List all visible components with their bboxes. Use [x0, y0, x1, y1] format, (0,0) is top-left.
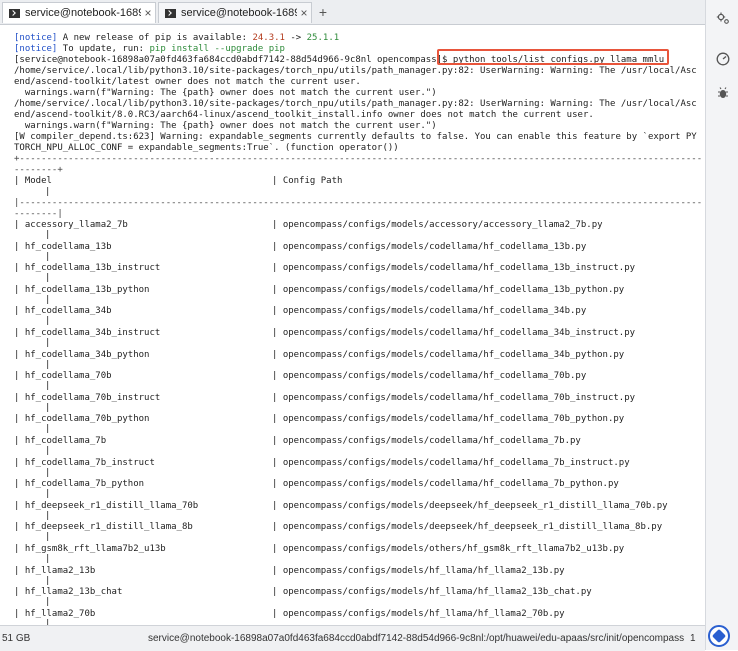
tab-terminal-1[interactable]: service@notebook-16898a ×: [2, 2, 156, 23]
table-row-path: | opencompass/configs/models/codellama/h…: [272, 414, 625, 424]
table-row-path: | opencompass/configs/models/codellama/h…: [272, 285, 625, 295]
notice-text: A new release of pip is available:: [57, 33, 253, 43]
row-wrap: |: [45, 381, 51, 391]
assistant-button[interactable]: [708, 625, 730, 647]
row-wrap: |: [45, 187, 51, 197]
table-row-path: | opencompass/configs/models/codellama/h…: [272, 371, 587, 381]
row-wrap: |: [45, 468, 51, 478]
command-highlight-box: [437, 49, 669, 65]
row-wrap: |: [45, 597, 51, 607]
memory-usage: 51 GB: [2, 633, 31, 644]
close-icon[interactable]: ×: [297, 6, 311, 20]
pip-command: pip install --upgrade pip: [149, 44, 285, 54]
row-wrap: |: [45, 338, 51, 348]
table-rule: +---------------------------------------…: [14, 154, 703, 164]
terminal-count: 1: [690, 633, 696, 644]
warning-line: end/ascend-toolkit/8.0.RC3/aarch64-linux…: [14, 110, 594, 120]
shell-prompt: [service@notebook-16898a07a0fd463fa684cc…: [14, 55, 453, 65]
table-row-path: | opencompass/configs/models/codellama/h…: [272, 306, 587, 316]
notice-text: To update, run:: [57, 44, 150, 54]
table-row-path: | opencompass/configs/models/deepseek/hf…: [272, 501, 668, 511]
pip-notice-line: [notice] A new release of pip is availab…: [14, 33, 704, 44]
tab-label: service@notebook-16898a: [25, 7, 141, 19]
table-rule-wrap: --------+: [14, 165, 63, 175]
new-tab-button[interactable]: +: [314, 3, 332, 21]
row-wrap: |: [45, 273, 51, 283]
warning-line: end/ascend-toolkit/latest owner does not…: [14, 77, 361, 87]
table-row-path: | opencompass/configs/models/codellama/h…: [272, 458, 630, 468]
row-wrap: |: [45, 511, 51, 521]
old-version: 24.3.1: [252, 33, 285, 43]
terminal-output[interactable]: [notice] A new release of pip is availab…: [0, 25, 705, 625]
table-row-path: | opencompass/configs/models/accessory/a…: [272, 220, 603, 230]
warning-line: TORCH_NPU_ALLOC_CONF = expandable_segmen…: [14, 143, 399, 153]
header-config-path: | Config Path: [272, 176, 343, 186]
table-row-path: | opencompass/configs/models/codellama/h…: [272, 436, 581, 446]
settings-gear-icon[interactable]: [716, 11, 730, 25]
table-row-path: | opencompass/configs/models/codellama/h…: [272, 263, 636, 273]
close-icon[interactable]: ×: [141, 6, 155, 20]
new-version: 25.1.1: [306, 33, 340, 43]
bug-icon[interactable]: [716, 86, 730, 100]
gauge-icon[interactable]: [716, 52, 730, 66]
status-bar: 51 GB service@notebook-16898a07a0fd463fa…: [0, 625, 705, 651]
terminal-icon: [165, 8, 176, 18]
notice-tag: [notice]: [14, 33, 58, 43]
warning-line: [W compiler_depend.ts:623] Warning: expa…: [14, 132, 697, 142]
table-row-path: | opencompass/configs/models/codellama/h…: [272, 242, 587, 252]
table-row-path: | opencompass/configs/models/codellama/h…: [272, 393, 636, 403]
tab-bar: service@notebook-16898a × service@notebo…: [0, 0, 705, 25]
row-wrap: |: [45, 554, 51, 564]
table-rule: |---------------------------------------…: [14, 198, 703, 208]
row-wrap: |: [45, 403, 51, 413]
warning-line: /home/service/.local/lib/python3.10/site…: [14, 99, 697, 109]
table-row-path: | opencompass/configs/models/codellama/h…: [272, 350, 625, 360]
table-row-path: | opencompass/configs/models/codellama/h…: [272, 328, 636, 338]
table-row-path: | opencompass/configs/models/deepseek/hf…: [272, 522, 663, 532]
row-wrap: |: [45, 316, 51, 326]
table-row-path: | opencompass/configs/models/others/hf_g…: [272, 544, 625, 554]
row-wrap: |: [45, 295, 51, 305]
working-directory: service@notebook-16898a07a0fd463fa684ccd…: [148, 633, 685, 644]
table-rule-wrap: --------|: [14, 209, 63, 219]
warning-line: warnings.warn(f"Warning: The {path} owne…: [14, 88, 437, 98]
warning-line: /home/service/.local/lib/python3.10/site…: [14, 66, 697, 76]
table-row-path: | opencompass/configs/models/hf_llama/hf…: [272, 566, 565, 576]
table-row-path: | opencompass/configs/models/codellama/h…: [272, 479, 619, 489]
tab-label: service@notebook-16898a: [181, 7, 297, 19]
arrow-text: ->: [284, 33, 307, 43]
header-model: | Model: [14, 176, 52, 186]
row-wrap: |: [45, 424, 51, 434]
row-wrap: |: [45, 489, 51, 499]
row-wrap: |: [45, 532, 51, 542]
row-wrap: |: [45, 230, 51, 240]
terminal-icon: [9, 8, 20, 18]
notice-tag: [notice]: [14, 44, 58, 54]
row-wrap: |: [45, 360, 51, 370]
warning-line: warnings.warn(f"Warning: The {path} owne…: [14, 121, 437, 131]
row-wrap: |: [45, 576, 51, 586]
tab-terminal-2[interactable]: service@notebook-16898a ×: [158, 2, 312, 23]
table-row-path: | opencompass/configs/models/hf_llama/hf…: [272, 587, 592, 597]
table-row-path: | opencompass/configs/models/hf_llama/hf…: [272, 609, 565, 619]
row-wrap: |: [45, 252, 51, 262]
row-wrap: |: [45, 446, 51, 456]
right-sidebar: [705, 0, 738, 650]
